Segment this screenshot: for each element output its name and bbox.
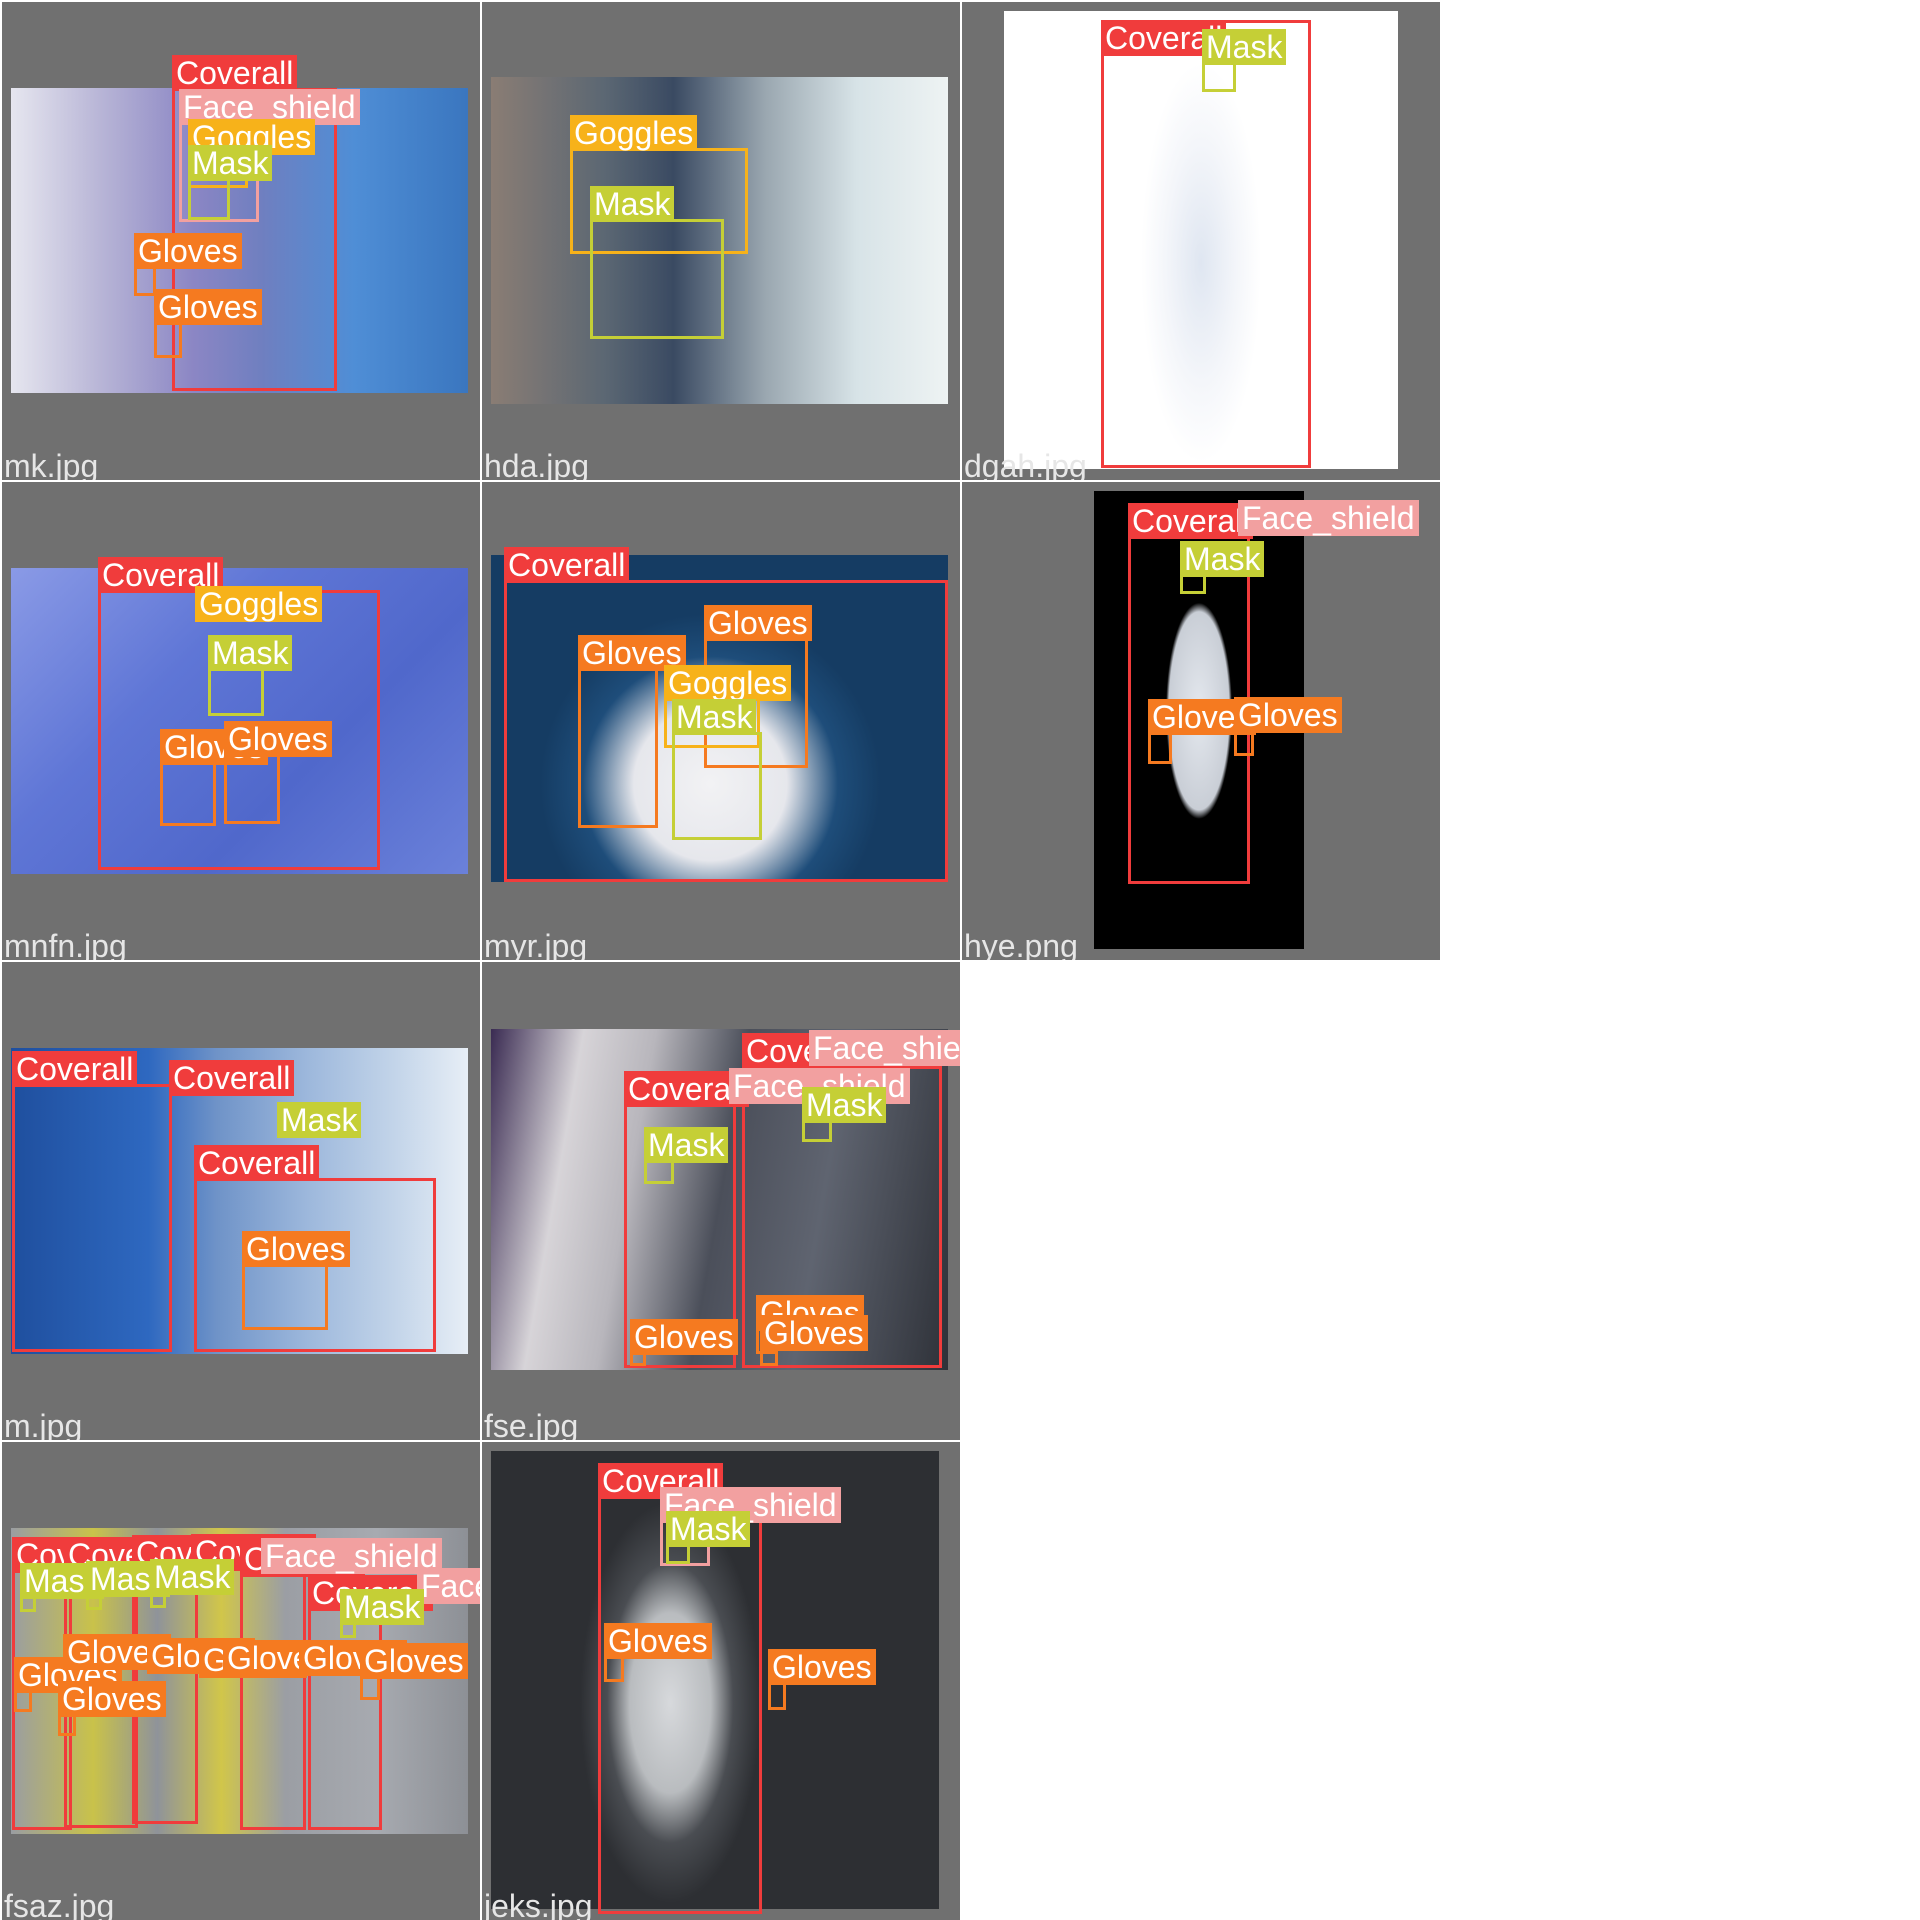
file-name: mk.jpg bbox=[4, 448, 99, 480]
box-label: Face_shield bbox=[417, 1568, 480, 1604]
box-gloves: Gloves bbox=[58, 1681, 166, 1736]
box-coverall: Coverall bbox=[240, 1541, 366, 1830]
box-label: Mask bbox=[1180, 541, 1265, 577]
mosaic-cell-hda: Goggles Mask hda.jpg bbox=[482, 2, 960, 480]
file-name: jeks.jpg bbox=[484, 1888, 593, 1920]
box-gloves: Gloves bbox=[1148, 699, 1256, 764]
box-gloves: Gloves bbox=[14, 1657, 122, 1712]
box-label: Mask bbox=[802, 1087, 887, 1123]
file-name: hye.png bbox=[964, 928, 1078, 960]
box-label: Gloves bbox=[760, 1315, 868, 1351]
box-mask: Mask bbox=[20, 1563, 105, 1612]
box-label: Face_shield bbox=[261, 1538, 442, 1574]
box-label: Gloves bbox=[58, 1681, 166, 1717]
box-mask: Mask bbox=[590, 186, 724, 339]
box-label: Goggles bbox=[664, 665, 792, 701]
box-label: Mask bbox=[666, 1511, 751, 1547]
box-label: Gloves bbox=[134, 233, 242, 269]
box-gloves: Gloves bbox=[604, 1623, 712, 1682]
box-gloves: Gloves bbox=[360, 1643, 468, 1700]
file-name: dgah.jpg bbox=[964, 448, 1087, 480]
file-name: mnfn.jpg bbox=[4, 928, 127, 960]
box-label: Mask bbox=[277, 1102, 362, 1138]
box-mask: Mask bbox=[340, 1589, 425, 1638]
box-label: Mask bbox=[340, 1589, 425, 1625]
file-name: hda.jpg bbox=[484, 448, 589, 480]
box-label: Face_shield bbox=[809, 1030, 960, 1066]
box-label: Gloves bbox=[242, 1231, 350, 1267]
box-label: Coverall bbox=[12, 1051, 138, 1087]
box-gloves: Gloves bbox=[134, 233, 242, 296]
box-mask: Mask bbox=[188, 145, 273, 220]
box-label: Coverall bbox=[169, 1060, 295, 1096]
box-label: Gloves bbox=[224, 721, 332, 757]
box-label: Gloves bbox=[360, 1643, 468, 1679]
box-gloves: Gloves bbox=[224, 721, 332, 824]
box-gloves: Gloves bbox=[768, 1649, 876, 1710]
box-label: Gloves bbox=[630, 1319, 738, 1355]
box-label: Gloves bbox=[1234, 697, 1342, 733]
box-coverall: Coverall bbox=[12, 1051, 172, 1352]
mosaic-page: { "mosaic": { "cells": [ {"file": "mk.jp… bbox=[0, 0, 1920, 1920]
box-label: Gloves bbox=[768, 1649, 876, 1685]
box-mask: Mask bbox=[672, 699, 762, 840]
box-gloves: Gloves bbox=[760, 1315, 868, 1366]
box-gloves: Gloves bbox=[154, 289, 262, 358]
box-mask: Mask bbox=[1180, 541, 1265, 594]
box-mask: Mask bbox=[644, 1127, 729, 1184]
box-mask: Mask bbox=[86, 1561, 171, 1610]
box-label: Mask bbox=[672, 699, 757, 735]
mosaic-cell-mk: Coverall Face_shield Goggles Mask Gloves… bbox=[2, 2, 480, 480]
box-gloves: Gloves bbox=[160, 729, 268, 826]
box-label: Coverall bbox=[504, 547, 630, 583]
box-gloves: Gloves bbox=[630, 1319, 738, 1366]
box-label: Mask bbox=[1202, 29, 1287, 65]
box-gloves: Gloves bbox=[242, 1231, 350, 1330]
box-mask: Mask bbox=[150, 1559, 235, 1608]
box-label: Mask bbox=[150, 1559, 235, 1595]
box-label: Coverall bbox=[194, 1145, 320, 1181]
mosaic-cell-mnfn: Coverall Goggles Mask Gloves Gloves mnfn… bbox=[2, 482, 480, 960]
box-label: Coverall bbox=[1128, 503, 1254, 539]
box-label: Gloves bbox=[604, 1623, 712, 1659]
mosaic-cell-fsaz: Coverall Coverall Coverall Coverall Cove… bbox=[2, 1442, 480, 1920]
box-mask: Mask bbox=[666, 1511, 751, 1564]
box-label: Gloves bbox=[704, 605, 812, 641]
box-label: Goggles bbox=[570, 115, 698, 151]
box-gloves: Gloves bbox=[1234, 697, 1342, 756]
box-mask: Mask bbox=[1202, 29, 1287, 92]
mosaic-cell-jeks: Coverall Face_shield Mask Gloves Gloves … bbox=[482, 1442, 960, 1920]
box-label: Face_shield bbox=[1238, 500, 1419, 536]
file-name: fsaz.jpg bbox=[4, 1888, 115, 1920]
mosaic-cell-hye: Coverall Face_shield Mask Gloves Gloves … bbox=[962, 482, 1440, 960]
box-label: Mask bbox=[208, 635, 293, 671]
mosaic-cell-m: Coverall Coverall Mask Coverall Gloves m… bbox=[2, 962, 480, 1440]
mosaic-cell-dgah: Coverall Mask dgah.jpg bbox=[962, 2, 1440, 480]
box-label: Mask bbox=[590, 186, 675, 222]
box-label: Mask bbox=[188, 145, 273, 181]
box-gloves: Gloves bbox=[578, 635, 686, 828]
file-name: myr.jpg bbox=[484, 928, 588, 960]
mosaic-cell-fse: Coverall Coverall Face_shield Face_shiel… bbox=[482, 962, 960, 1440]
box-label: Gloves bbox=[154, 289, 262, 325]
box-mask: Mask bbox=[802, 1087, 887, 1142]
file-name: m.jpg bbox=[4, 1408, 83, 1440]
mosaic-cell-myr: Coverall Gloves Gloves Goggles Mask myr.… bbox=[482, 482, 960, 960]
box-label: Coverall bbox=[172, 55, 298, 91]
box-label: Mask bbox=[644, 1127, 729, 1163]
box-mask: Mask bbox=[208, 635, 293, 716]
box-label: Goggles bbox=[195, 586, 323, 622]
file-name: fse.jpg bbox=[484, 1408, 579, 1440]
